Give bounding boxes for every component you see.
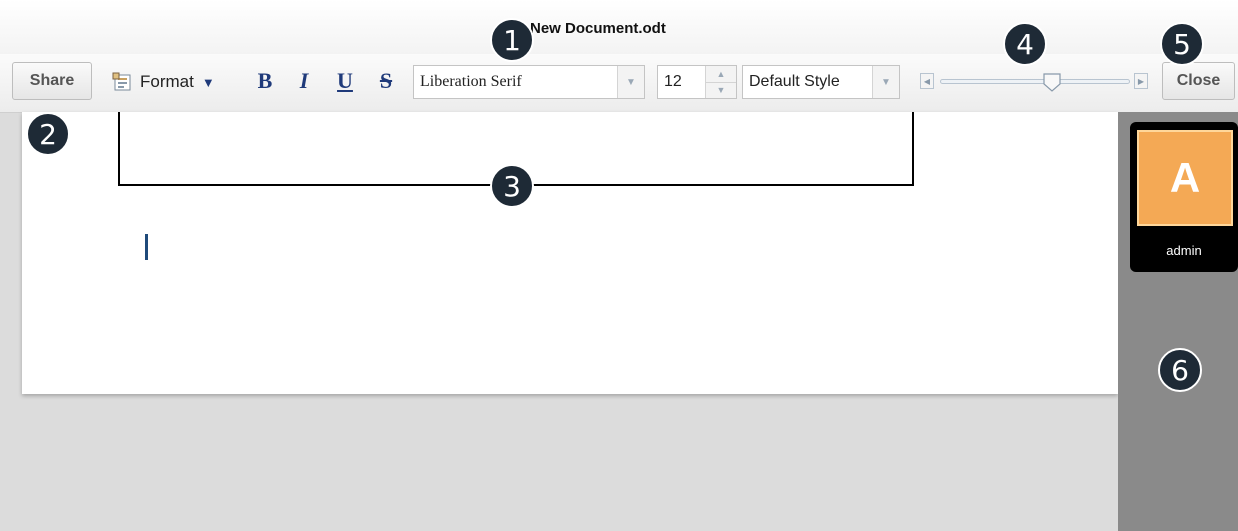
slider-track[interactable]: [940, 79, 1130, 84]
marker-6: 6: [1158, 348, 1202, 392]
spin-up-icon[interactable]: ▲: [706, 66, 736, 83]
bold-button[interactable]: B: [254, 66, 276, 96]
slider-thumb[interactable]: [1042, 72, 1062, 92]
text-cursor: [145, 234, 148, 260]
paragraph-style-select[interactable]: Default Style ▼: [742, 65, 900, 99]
marker-3: 3: [490, 164, 534, 208]
format-icon: [112, 72, 134, 92]
share-button[interactable]: Share: [12, 62, 92, 100]
document-title: New Document.odt: [530, 20, 666, 37]
font-family-select[interactable]: Liberation Serif ▼: [413, 65, 645, 99]
slider-left-icon[interactable]: ◀: [920, 73, 934, 89]
underline-button[interactable]: U: [334, 66, 356, 96]
font-size-spinner[interactable]: 12 ▲ ▼: [657, 65, 737, 99]
format-menu[interactable]: Format ▼: [112, 68, 215, 96]
slider-right-icon[interactable]: ▶: [1134, 73, 1148, 89]
dropdown-arrow-icon[interactable]: ▼: [872, 66, 899, 98]
paragraph-style-value: Default Style: [749, 73, 840, 90]
font-family-value: Liberation Serif: [420, 73, 522, 90]
username-label: admin: [1166, 243, 1202, 258]
marker-1: 1: [490, 18, 534, 62]
zoom-slider[interactable]: ◀ ▶: [920, 70, 1148, 94]
spin-down-icon[interactable]: ▼: [706, 83, 736, 99]
marker-5: 5: [1160, 22, 1204, 66]
marker-4: 4: [1003, 22, 1047, 66]
italic-button[interactable]: I: [295, 66, 313, 96]
close-button[interactable]: Close: [1162, 62, 1235, 100]
dropdown-arrow-icon: ▼: [201, 74, 215, 90]
avatar[interactable]: A: [1137, 130, 1233, 226]
strikethrough-button[interactable]: S: [375, 66, 397, 96]
title-bar: New Document.odt: [0, 0, 1238, 54]
dropdown-arrow-icon[interactable]: ▼: [617, 66, 644, 98]
format-label: Format: [140, 72, 194, 91]
font-size-value: 12: [664, 73, 682, 90]
marker-2: 2: [26, 112, 70, 156]
